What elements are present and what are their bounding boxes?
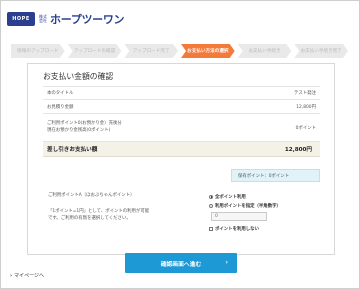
step-payment-complete: お支払い手続き完了 [294,44,348,58]
radio-icon[interactable] [209,203,213,208]
option-specify-points[interactable]: 利用ポイントを指定（半角数字） [209,201,281,210]
owned-points-box: 保有ポイント：0ポイント [231,169,320,182]
company-prefix: 株式 会社 [39,13,47,23]
site-header: HOPE 株式 会社 ホープツーワン [7,8,125,30]
chevron-right-icon: › [10,272,13,279]
point-title: ご利用ポイントA（ほおぶちゃんポイント） [48,193,135,198]
panel-title: お支払い金額の確認 [43,72,114,81]
total-label: 差し引きお支払い額 [47,147,98,153]
total-row: 差し引きお支払い額 12,800円 [43,142,320,157]
mypage-link-label: マイページへ [14,273,44,279]
row-label: お見積り金額 [47,104,74,110]
confirm-button-label: 確認画面へ進む [160,261,202,268]
summary-table: 本のタイトル テスト発注 お見積り金額 12,800円 ご利用ポイント0(お預か… [43,86,320,157]
payment-confirm-panel: お支払い金額の確認 本のタイトル テスト発注 お見積り金額 12,800円 ご利… [27,63,335,255]
step-payment-procedure: お支払い手続き [238,44,292,58]
option-specify-label: 利用ポイントを指定（半角数字） [215,203,281,209]
point-info: ご利用ポイントA（ほおぶちゃんポイント） 「1ポイント=1円」として、ポイントの… [48,192,149,222]
step-payment-method: お支払い方法の選択 [181,44,235,58]
option-no-points[interactable]: ポイントを利用しない [209,224,281,233]
row-value: テスト発注 [294,91,316,96]
table-row: お見積り金額 12,800円 [43,100,320,114]
mypage-link[interactable]: › マイページへ [10,272,44,280]
point-options: 全ポイント利用 利用ポイントを指定（半角数字） 0 ポイントを利用しない [209,192,281,233]
logo-mark-text: HOPE [12,16,30,22]
checkbox-icon[interactable] [209,226,213,231]
option-none-label: ポイントを利用しない [215,226,259,232]
radio-selected-icon[interactable] [209,194,213,199]
row-value: 12,800円 [296,104,316,110]
row-value: 0ポイント [295,125,316,131]
row-label: 本のタイトル [47,91,74,96]
option-all-label: 全ポイント利用 [215,194,246,200]
progress-steps: 情報のアップロード アップロードの確認 アップロード完了 お支払い方法の選択 お… [11,44,351,58]
company-logo[interactable]: HOPE [7,12,35,26]
table-row: ご利用ポイント0(お預かり金）充後分 現在お預かり金残高(0ポイント) 0ポイン… [43,114,320,142]
company-name: ホープツーワン [50,13,125,26]
total-value: 12,800円 [284,147,312,153]
table-row: 本のタイトル テスト発注 [43,86,320,100]
chevron-right-icon: › [225,259,228,266]
option-all-points[interactable]: 全ポイント利用 [209,192,281,201]
points-input[interactable]: 0 [211,212,267,221]
point-note: 「1ポイント=1円」として、ポイントの利用が可能 です。ご利用の有無を選択してく… [48,209,150,222]
page-frame: HOPE 株式 会社 ホープツーワン 情報のアップロード アップロードの確認 ア… [0,0,360,289]
confirm-screen-button[interactable]: 確認画面へ進む › [125,253,237,273]
step-upload-confirm: アップロードの確認 [68,44,122,58]
row-label: ご利用ポイント0(お預かり金）充後分 現在お預かり金残高(0ポイント) [47,120,122,133]
step-upload-complete: アップロード完了 [124,44,178,58]
step-upload-info: 情報のアップロード [11,44,65,58]
